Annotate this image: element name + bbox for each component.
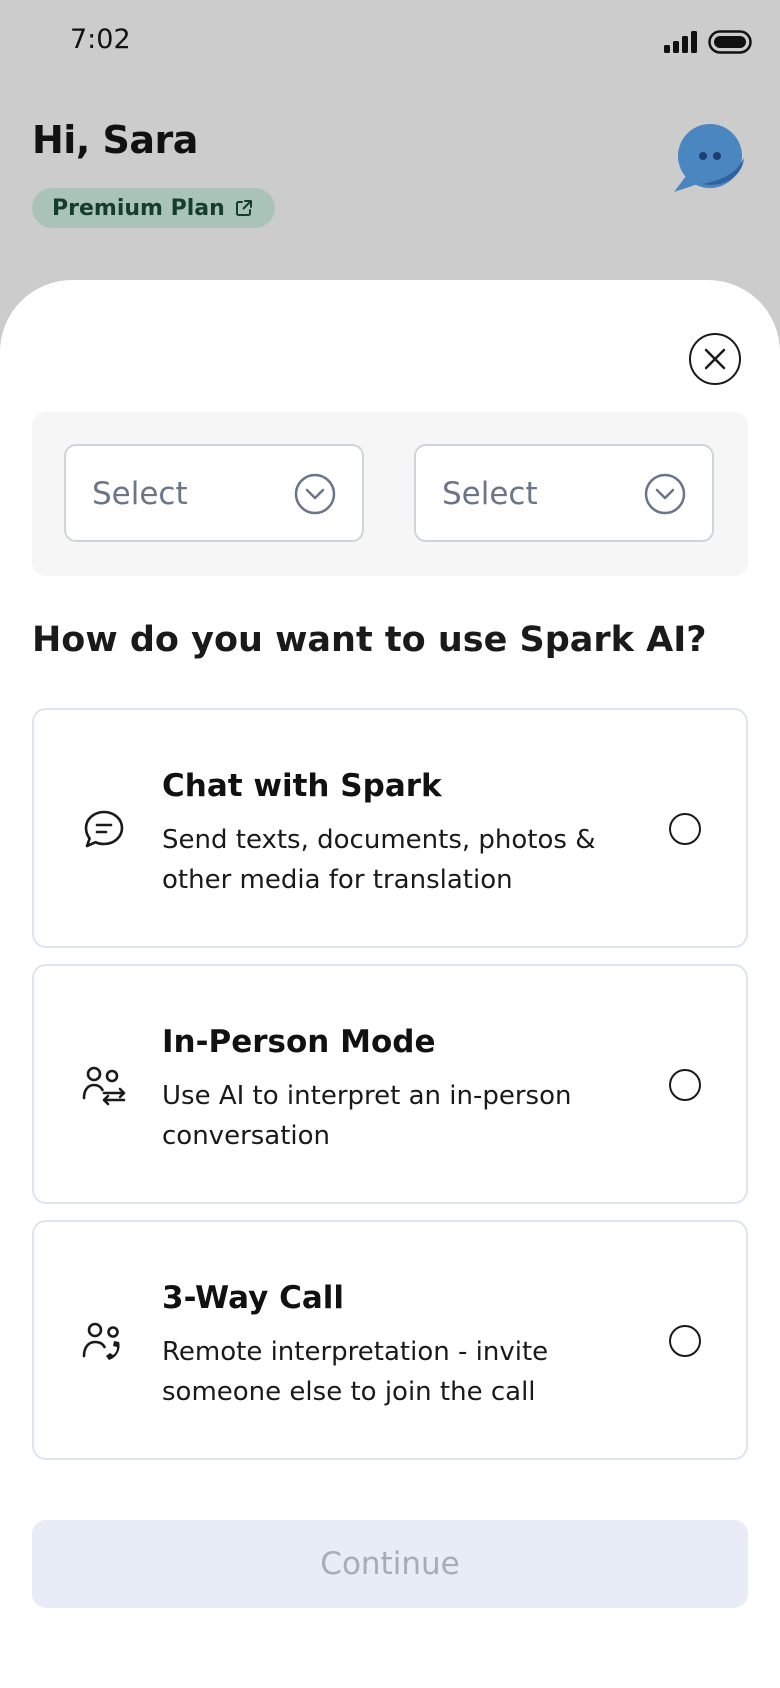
option-title: In-Person Mode xyxy=(162,1024,436,1060)
target-language-select[interactable]: Select xyxy=(414,444,714,542)
select-label: Select xyxy=(442,476,538,512)
select-label: Select xyxy=(92,476,188,512)
option-radio[interactable] xyxy=(669,1069,701,1101)
signal-icon xyxy=(664,31,697,53)
chevron-down-circle-icon xyxy=(294,473,336,515)
option-in-person-mode[interactable]: In-Person Mode Use AI to interpret an in… xyxy=(32,964,748,1204)
option-title: Chat with Spark xyxy=(162,768,442,804)
option-description: Send texts, documents, photos & other me… xyxy=(162,825,596,895)
option-description: Use AI to interpret an in-person convers… xyxy=(162,1081,572,1151)
chat-icon xyxy=(84,810,124,848)
status-time: 7:02 xyxy=(70,24,131,55)
continue-button[interactable]: Continue xyxy=(32,1520,748,1608)
option-radio[interactable] xyxy=(669,813,701,845)
close-icon xyxy=(704,348,726,370)
source-language-select[interactable]: Select xyxy=(64,444,364,542)
chat-bubble-icon[interactable] xyxy=(672,122,748,198)
usage-question: How do you want to use Spark AI? xyxy=(32,620,707,660)
close-button[interactable] xyxy=(689,333,741,385)
option-chat-with-spark[interactable]: Chat with Spark Send texts, documents, p… xyxy=(32,708,748,948)
language-selector-panel: Select Select xyxy=(32,412,748,576)
option-radio[interactable] xyxy=(669,1325,701,1357)
external-link-icon xyxy=(235,200,252,216)
call-icon xyxy=(82,1322,120,1360)
option-description: Remote interpretation - invite someone e… xyxy=(162,1337,549,1407)
status-icons xyxy=(664,30,752,54)
battery-icon xyxy=(708,30,752,54)
chevron-down-circle-icon xyxy=(644,473,686,515)
option-3-way-call[interactable]: 3-Way Call Remote interpretation - invit… xyxy=(32,1220,748,1460)
option-title: 3-Way Call xyxy=(162,1280,345,1316)
in-person-icon xyxy=(82,1066,126,1106)
greeting-title: Hi, Sara xyxy=(32,118,198,162)
premium-plan-badge[interactable]: Premium Plan xyxy=(32,188,275,228)
status-bar: 7:02 xyxy=(0,0,780,90)
plan-badge-label: Premium Plan xyxy=(52,195,225,221)
